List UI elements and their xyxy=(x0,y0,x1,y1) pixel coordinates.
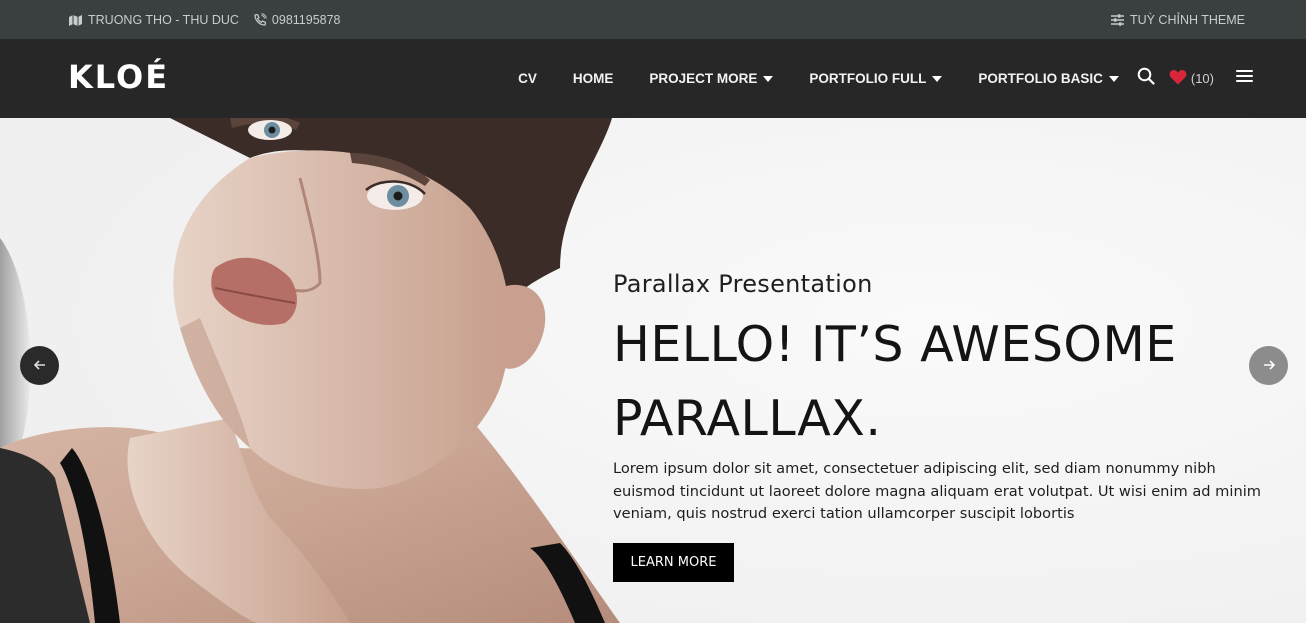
hero-title-line-2: PARALLAX. xyxy=(613,390,882,447)
heart-icon xyxy=(1169,69,1187,88)
nav-item-label: PROJECT MORE xyxy=(649,71,758,86)
hero-title-line-1: HELLO! IT’S AWESOME xyxy=(613,316,1177,373)
site-logo[interactable]: KLOÉ xyxy=(68,57,169,97)
nav-item-portfolio-basic[interactable]: PORTFOLIO BASIC xyxy=(978,71,1119,86)
caret-down-icon xyxy=(1108,75,1119,82)
address-text: TRUONG THO - THU DUC xyxy=(88,12,239,27)
caret-down-icon xyxy=(763,75,774,82)
sliders-icon xyxy=(1110,13,1124,26)
nav-item-cv[interactable]: CV xyxy=(518,71,537,86)
hero-subtitle: Parallax Presentation xyxy=(613,270,873,298)
arrow-right-icon xyxy=(1263,357,1275,375)
phone-icon xyxy=(253,12,267,27)
main-nav: CV HOME PROJECT MORE PORTFOLIO FULL PORT… xyxy=(482,39,1253,118)
menu-icon[interactable] xyxy=(1236,69,1253,88)
nav-item-home[interactable]: HOME xyxy=(573,71,614,86)
nav-item-label: PORTFOLIO FULL xyxy=(809,71,927,86)
phone-text: 0981195878 xyxy=(271,12,341,27)
slider-prev-button[interactable] xyxy=(20,346,59,385)
search-icon[interactable] xyxy=(1137,67,1155,90)
learn-more-button[interactable]: LEARN MORE xyxy=(613,542,734,582)
phone-item[interactable]: 0981195878 xyxy=(253,13,341,27)
map-icon xyxy=(68,14,83,26)
address-item: TRUONG THO - THU DUC xyxy=(68,13,239,27)
caret-down-icon xyxy=(932,75,943,82)
hero-description: Lorem ipsum dolor sit amet, consectetuer… xyxy=(613,460,1261,522)
top-bar-contact: TRUONG THO - THU DUC 0981195878 xyxy=(68,0,341,39)
nav-item-portfolio-full[interactable]: PORTFOLIO FULL xyxy=(809,71,943,86)
wishlist-count: (10) xyxy=(1190,71,1214,86)
nav-item-label: CV xyxy=(518,71,537,86)
hero-slider: Parallax Presentation HELLO! IT’S AWESOM… xyxy=(0,118,1306,623)
arrow-left-icon xyxy=(33,357,46,375)
top-bar: TRUONG THO - THU DUC 0981195878 TUỲ CHỈN… xyxy=(0,0,1306,39)
header-actions: (10) xyxy=(1137,67,1253,90)
nav-item-label: PORTFOLIO BASIC xyxy=(978,71,1103,86)
nav-item-label: HOME xyxy=(572,71,614,86)
hero-caption: Parallax Presentation HELLO! IT’S AWESOM… xyxy=(613,266,1263,582)
wishlist-button[interactable]: (10) xyxy=(1169,69,1214,88)
nav-item-project-more[interactable]: PROJECT MORE xyxy=(649,71,774,86)
hero-title: HELLO! IT’S AWESOME PARALLAX. xyxy=(613,308,1263,456)
main-header: KLOÉ CV HOME PROJECT MORE PORTFOLIO FULL… xyxy=(0,39,1306,118)
customize-theme-label: TUỲ CHỈNH THEME xyxy=(1129,12,1245,27)
customize-theme-link[interactable]: TUỲ CHỈNH THEME xyxy=(1110,0,1245,39)
